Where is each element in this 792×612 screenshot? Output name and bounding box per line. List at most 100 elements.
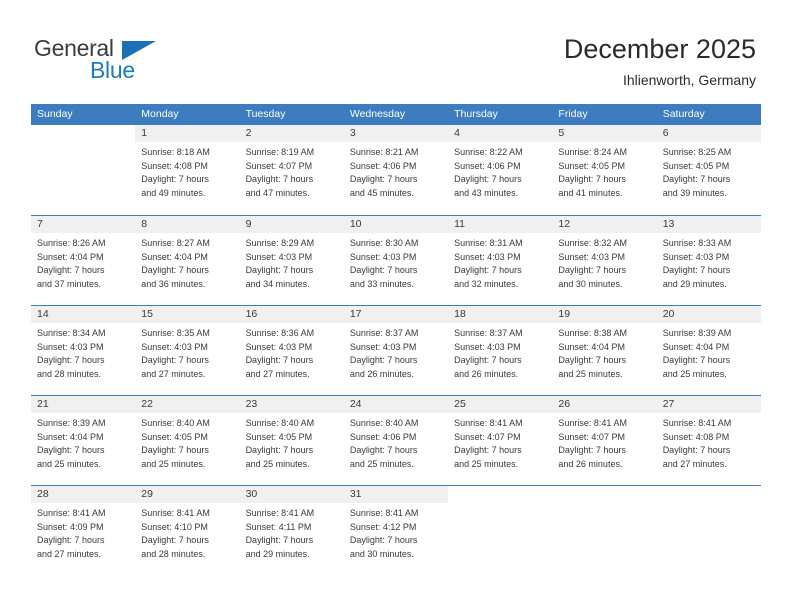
day-number: 2: [239, 125, 344, 142]
daylight-text-line2: and 25 minutes.: [662, 368, 727, 379]
day-number: 31: [343, 486, 449, 503]
calendar-day-cell[interactable]: 4 Sunrise: 8:22 AM Sunset: 4:06 PM Daylight…: [448, 125, 553, 215]
calendar-day-cell[interactable]: 6 Sunrise: 8:25 AM Sunset: 4:05 PM Daylight…: [656, 125, 761, 215]
calendar-day-cell[interactable]: 29 Sunrise: 8:41 AM Sunset: 4:10 PM Dayligh…: [135, 486, 240, 575]
day-details: Sunrise: 8:26 AM Sunset: 4:04 PM Daylight:…: [31, 233, 135, 291]
calendar-day-cell[interactable]: 21 Sunrise: 8:39 AM Sunset: 4:04 PM Dayligh…: [31, 396, 136, 485]
daylight-text-line1: Daylight: 7 hours: [245, 535, 314, 546]
sunset-text: Sunset: 4:06 PM: [349, 160, 417, 171]
day-details: Sunrise: 8:32 AM Sunset: 4:03 PM Daylight:…: [552, 233, 656, 291]
daylight-text-line1: Daylight: 7 hours: [37, 445, 105, 456]
calendar-day-cell[interactable]: 2 Sunrise: 8:19 AM Sunset: 4:07 PM Daylight…: [239, 125, 344, 215]
daylight-text-line2: and 30 minutes.: [349, 548, 414, 559]
calendar-day-cell[interactable]: 11 Sunrise: 8:31 AM Sunset: 4:03 PM Dayligh…: [448, 216, 553, 305]
daylight-text-line1: Daylight: 7 hours: [662, 445, 731, 456]
calendar-day-cell[interactable]: 10 Sunrise: 8:30 AM Sunset: 4:03 PM Dayligh…: [343, 216, 449, 305]
sunset-text: Sunset: 4:10 PM: [141, 521, 208, 532]
calendar-day-cell-empty: [552, 486, 657, 575]
sunrise-text: Sunrise: 8:21 AM: [349, 147, 419, 157]
daylight-text-line1: Daylight: 7 hours: [454, 265, 522, 276]
calendar-day-cell-empty: [448, 486, 553, 575]
calendar-day-cell[interactable]: 25 Sunrise: 8:41 AM Sunset: 4:07 PM Dayligh…: [448, 396, 553, 485]
calendar-day-cell-empty: [31, 125, 136, 215]
daylight-text-line2: and 27 minutes.: [141, 368, 206, 379]
calendar-day-cell[interactable]: 27 Sunrise: 8:41 AM Sunset: 4:08 PM Dayligh…: [656, 396, 761, 485]
daylight-text-line1: Daylight: 7 hours: [245, 355, 314, 366]
calendar-day-cell[interactable]: 22 Sunrise: 8:40 AM Sunset: 4:05 PM Dayligh…: [135, 396, 240, 485]
day-number: 20: [656, 306, 761, 323]
calendar-day-cell[interactable]: 18 Sunrise: 8:37 AM Sunset: 4:03 PM Dayligh…: [448, 306, 553, 395]
day-details: Sunrise: 8:29 AM Sunset: 4:03 PM Daylight:…: [240, 233, 344, 291]
day-details: Sunrise: 8:40 AM Sunset: 4:06 PM Daylight:…: [344, 413, 448, 471]
day-number: 22: [135, 396, 240, 413]
daylight-text-line2: and 37 minutes.: [37, 278, 102, 289]
calendar-day-cell-empty: [656, 486, 761, 575]
day-details: Sunrise: 8:37 AM Sunset: 4:03 PM Daylight:…: [448, 323, 552, 381]
sunset-text: Sunset: 4:07 PM: [558, 431, 625, 442]
daylight-text-line2: and 29 minutes.: [245, 548, 310, 559]
day-number: 29: [135, 486, 240, 503]
day-details: [552, 503, 656, 507]
calendar-day-cell[interactable]: 14 Sunrise: 8:34 AM Sunset: 4:03 PM Dayligh…: [31, 306, 136, 395]
sunrise-text: Sunrise: 8:41 AM: [37, 508, 106, 518]
daylight-text-line1: Daylight: 7 hours: [141, 445, 209, 456]
calendar-day-cell[interactable]: 26 Sunrise: 8:41 AM Sunset: 4:07 PM Dayligh…: [552, 396, 657, 485]
calendar-day-cell[interactable]: 31 Sunrise: 8:41 AM Sunset: 4:12 PM Dayligh…: [343, 486, 449, 575]
sunrise-text: Sunrise: 8:30 AM: [349, 238, 419, 248]
calendar-day-cell[interactable]: 24 Sunrise: 8:40 AM Sunset: 4:06 PM Dayligh…: [343, 396, 449, 485]
calendar-day-cell[interactable]: 16 Sunrise: 8:36 AM Sunset: 4:03 PM Dayligh…: [239, 306, 344, 395]
calendar-day-cell[interactable]: 8 Sunrise: 8:27 AM Sunset: 4:04 PM Daylight…: [135, 216, 240, 305]
day-details: Sunrise: 8:41 AM Sunset: 4:10 PM Daylight:…: [135, 503, 239, 561]
daylight-text-line1: Daylight: 7 hours: [662, 174, 731, 185]
day-number: 14: [31, 306, 136, 323]
daylight-text-line2: and 25 minutes.: [454, 458, 519, 469]
day-details: Sunrise: 8:22 AM Sunset: 4:06 PM Daylight:…: [448, 142, 552, 200]
day-number: [31, 125, 136, 142]
day-details: Sunrise: 8:40 AM Sunset: 4:05 PM Daylight:…: [135, 413, 239, 471]
calendar-day-cell[interactable]: 12 Sunrise: 8:32 AM Sunset: 4:03 PM Dayligh…: [552, 216, 657, 305]
calendar-day-cell[interactable]: 3 Sunrise: 8:21 AM Sunset: 4:06 PM Daylight…: [343, 125, 449, 215]
sunset-text: Sunset: 4:03 PM: [141, 341, 208, 352]
generalblue-logo[interactable]: General Blue: [34, 36, 164, 88]
calendar-day-cell[interactable]: 17 Sunrise: 8:37 AM Sunset: 4:03 PM Dayligh…: [343, 306, 449, 395]
calendar-day-cell[interactable]: 28 Sunrise: 8:41 AM Sunset: 4:09 PM Dayligh…: [31, 486, 136, 575]
calendar-day-cell[interactable]: 9 Sunrise: 8:29 AM Sunset: 4:03 PM Daylight…: [239, 216, 344, 305]
weekday-header-wednesday: Wednesday: [349, 108, 406, 120]
calendar-day-cell[interactable]: 19 Sunrise: 8:38 AM Sunset: 4:04 PM Dayligh…: [552, 306, 657, 395]
sunset-text: Sunset: 4:03 PM: [245, 251, 313, 262]
sunrise-text: Sunrise: 8:34 AM: [37, 328, 106, 338]
calendar-week-row: 1 Sunrise: 8:18 AM Sunset: 4:08 PM Daylight…: [31, 125, 761, 215]
day-number: 3: [343, 125, 449, 142]
sunset-text: Sunset: 4:08 PM: [141, 160, 208, 171]
sunset-text: Sunset: 4:03 PM: [662, 251, 730, 262]
daylight-text-line2: and 26 minutes.: [558, 458, 623, 469]
daylight-text-line2: and 25 minutes.: [141, 458, 206, 469]
daylight-text-line1: Daylight: 7 hours: [245, 445, 314, 456]
calendar-day-cell[interactable]: 1 Sunrise: 8:18 AM Sunset: 4:08 PM Daylight…: [135, 125, 240, 215]
daylight-text-line2: and 27 minutes.: [245, 368, 310, 379]
daylight-text-line2: and 25 minutes.: [349, 458, 414, 469]
calendar-day-cell[interactable]: 30 Sunrise: 8:41 AM Sunset: 4:11 PM Dayligh…: [239, 486, 344, 575]
day-number: 4: [448, 125, 553, 142]
calendar-day-cell[interactable]: 13 Sunrise: 8:33 AM Sunset: 4:03 PM Dayligh…: [656, 216, 761, 305]
calendar-day-cell[interactable]: 23 Sunrise: 8:40 AM Sunset: 4:05 PM Dayligh…: [239, 396, 344, 485]
daylight-text-line1: Daylight: 7 hours: [141, 355, 209, 366]
day-details: Sunrise: 8:31 AM Sunset: 4:03 PM Daylight:…: [448, 233, 552, 291]
day-number: 16: [239, 306, 344, 323]
daylight-text-line1: Daylight: 7 hours: [141, 174, 209, 185]
day-number: 30: [239, 486, 344, 503]
daylight-text-line1: Daylight: 7 hours: [245, 174, 314, 185]
day-details: Sunrise: 8:39 AM Sunset: 4:04 PM Daylight:…: [657, 323, 761, 381]
sunrise-text: Sunrise: 8:41 AM: [558, 418, 627, 428]
day-details: Sunrise: 8:37 AM Sunset: 4:03 PM Daylight:…: [344, 323, 448, 381]
day-details: Sunrise: 8:40 AM Sunset: 4:05 PM Daylight:…: [240, 413, 344, 471]
sunrise-text: Sunrise: 8:24 AM: [558, 147, 627, 157]
calendar-day-cell[interactable]: 15 Sunrise: 8:35 AM Sunset: 4:03 PM Dayligh…: [135, 306, 240, 395]
calendar-day-cell[interactable]: 20 Sunrise: 8:39 AM Sunset: 4:04 PM Dayligh…: [656, 306, 761, 395]
calendar-day-cell[interactable]: 5 Sunrise: 8:24 AM Sunset: 4:05 PM Daylight…: [552, 125, 657, 215]
daylight-text-line2: and 33 minutes.: [349, 278, 414, 289]
calendar-weeks: 1 Sunrise: 8:18 AM Sunset: 4:08 PM Daylight…: [31, 125, 761, 575]
calendar-day-cell[interactable]: 7 Sunrise: 8:26 AM Sunset: 4:04 PM Daylight…: [31, 216, 136, 305]
sunset-text: Sunset: 4:03 PM: [558, 251, 625, 262]
daylight-text-line2: and 41 minutes.: [558, 187, 623, 198]
